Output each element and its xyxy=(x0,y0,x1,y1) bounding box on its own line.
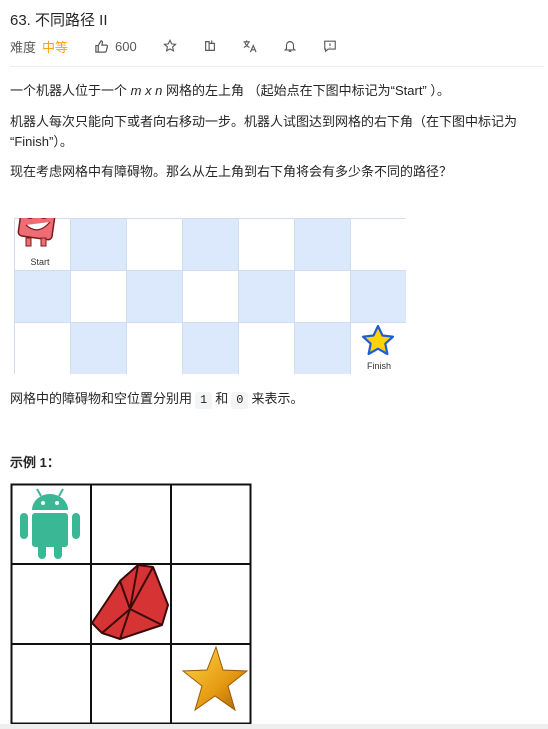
description-paragraph-1: 一个机器人位于一个 m x n 网格的左上角 （起始点在下图中标记为“Start… xyxy=(10,83,450,98)
start-label: Start xyxy=(30,257,50,267)
grid-cell xyxy=(294,218,351,271)
example-1-grid xyxy=(10,483,252,725)
description-paragraph-2: 机器人每次只能向下或者向右移动一步。机器人试图达到网格的右下角（在下图中标记为 … xyxy=(10,114,518,149)
grid-cell xyxy=(294,322,351,374)
star-icon[interactable] xyxy=(161,37,179,55)
grid-size-variable: m x n xyxy=(130,83,163,98)
description-paragraph-4: 网格中的障碍物和空位置分别用 1 和 0 来表示。 xyxy=(10,391,304,409)
description-paragraph-3: 现在考虑网格中有障碍物。那么从左上角到右下角将会有多少条不同的路径？ xyxy=(10,164,453,179)
like-button[interactable]: 600 xyxy=(92,37,137,55)
problem-title: 63. 不同路径 II xyxy=(10,12,108,29)
bottom-scroll-edge xyxy=(0,724,548,729)
header-divider xyxy=(10,66,544,67)
finish-label: Finish xyxy=(367,361,391,371)
problem-meta-bar: 难度 中等 600 xyxy=(10,37,339,55)
grid-cell xyxy=(70,322,127,374)
grid-cell xyxy=(294,270,351,323)
difficulty-label: 难度 xyxy=(10,39,37,55)
thumbs-up-icon xyxy=(92,37,110,55)
grid-cell xyxy=(350,270,406,323)
grid-cell xyxy=(182,218,239,271)
grid-cell xyxy=(182,322,239,374)
feedback-icon[interactable] xyxy=(321,37,339,55)
bell-icon[interactable] xyxy=(281,37,299,55)
like-count: 600 xyxy=(115,38,137,54)
translate-icon[interactable] xyxy=(241,37,259,55)
grid-cell xyxy=(126,218,183,271)
grid-cell xyxy=(70,270,127,323)
difficulty-badge: 中等 xyxy=(42,39,69,55)
grid-cell xyxy=(70,218,127,271)
grid-cell xyxy=(14,322,71,374)
grid-cell xyxy=(350,218,406,271)
share-icon[interactable] xyxy=(201,37,219,55)
grid-cell xyxy=(14,270,71,323)
robot-grid-figure: Start Finish xyxy=(14,218,406,374)
grid-cell xyxy=(126,270,183,323)
obstacle-value-code: 1 xyxy=(195,392,213,409)
grid-cell xyxy=(238,270,295,323)
empty-value-code: 0 xyxy=(231,392,249,409)
grid-cell xyxy=(238,322,295,374)
grid-cell xyxy=(182,270,239,323)
grid-cell xyxy=(238,218,295,271)
example-1-title: 示例 1： xyxy=(10,455,60,470)
grid-cell xyxy=(126,322,183,374)
